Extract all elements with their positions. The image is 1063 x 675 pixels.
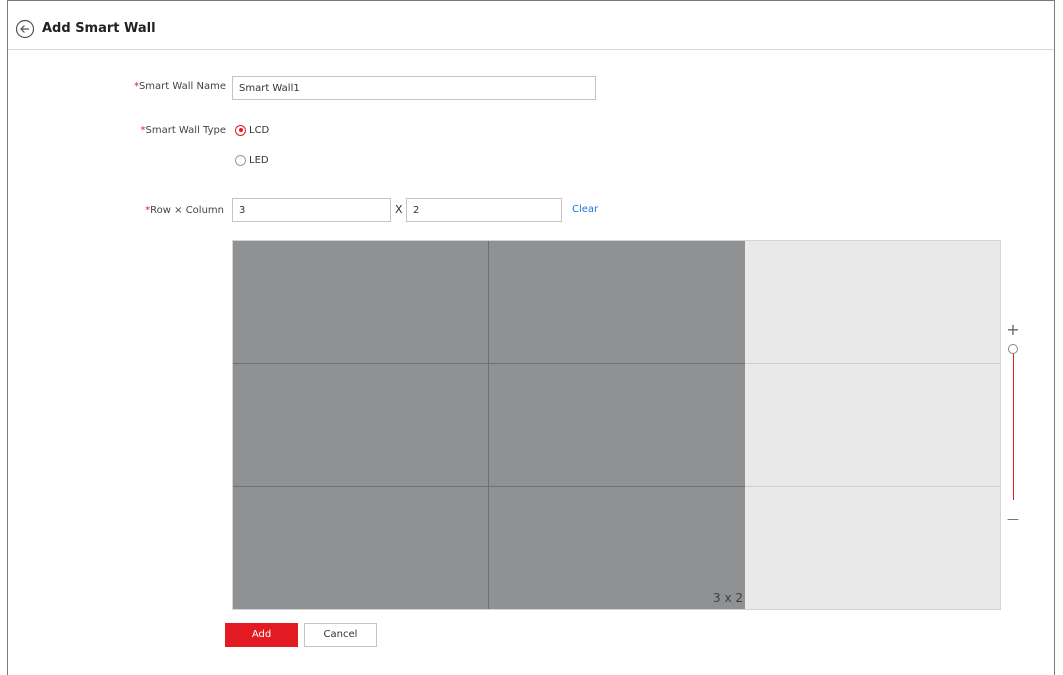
back-arrow-icon[interactable] <box>15 19 35 39</box>
wall-size-label: 3 x 2 <box>713 591 743 605</box>
type-option-lcd[interactable]: LCD <box>235 124 269 138</box>
wall-cell-divider <box>233 363 745 364</box>
row-column-label: *Row × Column <box>24 201 224 221</box>
type-option-lcd-label: LCD <box>249 125 270 136</box>
smart-wall-name-input[interactable] <box>232 76 596 100</box>
clear-link[interactable]: Clear <box>572 198 598 222</box>
smart-wall-name-label: *Smart Wall Name <box>26 77 226 97</box>
zoom-slider-track[interactable] <box>1013 350 1014 500</box>
add-button[interactable]: Add <box>225 623 298 647</box>
wall-preview-canvas[interactable]: 3 x 2 <box>232 240 1001 610</box>
smart-wall-block[interactable]: 3 x 2 <box>233 241 745 609</box>
type-option-led[interactable]: LED <box>235 154 269 168</box>
rows-input[interactable] <box>232 198 391 222</box>
cancel-button[interactable]: Cancel <box>304 623 377 647</box>
page-header: Add Smart Wall <box>8 1 1054 50</box>
type-option-led-label: LED <box>249 155 269 166</box>
radio-checked-icon[interactable] <box>235 124 246 136</box>
row-column-label-text: Row × Column <box>150 205 224 216</box>
smart-wall-type-label: *Smart Wall Type <box>26 121 226 141</box>
wall-cell-divider <box>488 241 489 609</box>
zoom-out-icon[interactable]: — <box>1006 512 1020 526</box>
zoom-in-icon[interactable]: + <box>1006 322 1020 338</box>
smart-wall-name-label-text: Smart Wall Name <box>138 81 226 92</box>
radio-unchecked-icon[interactable] <box>235 154 246 166</box>
row-column-separator: X <box>395 203 403 216</box>
page-title: Add Smart Wall <box>42 21 156 36</box>
zoom-slider-handle[interactable] <box>1008 344 1018 354</box>
columns-input[interactable] <box>406 198 562 222</box>
smart-wall-type-label-text: Smart Wall Type <box>145 125 226 136</box>
wall-cell-divider <box>233 486 745 487</box>
